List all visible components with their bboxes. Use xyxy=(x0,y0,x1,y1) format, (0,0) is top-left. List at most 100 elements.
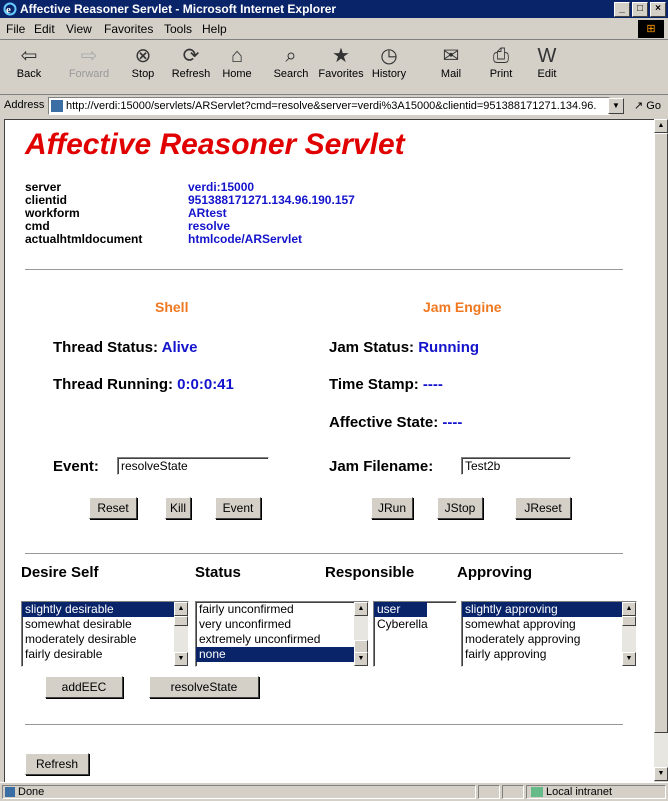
print-button[interactable]: ⎙ Print xyxy=(478,44,524,80)
jam-filename-input[interactable] xyxy=(461,457,571,475)
print-icon: ⎙ xyxy=(493,45,509,67)
responsible-listbox[interactable]: user Cyberella xyxy=(373,601,457,667)
list-item[interactable]: somewhat approving xyxy=(462,617,636,632)
status-pane xyxy=(478,785,500,799)
list-item[interactable]: Cyberella xyxy=(374,617,456,632)
minimize-button[interactable]: _ xyxy=(614,2,630,17)
history-button[interactable]: ◷ History xyxy=(366,44,412,80)
home-icon: ⌂ xyxy=(230,45,244,67)
page-scrollbar[interactable]: ▲ ▼ xyxy=(654,119,668,781)
stop-button[interactable]: ⊗ Stop xyxy=(120,44,166,80)
scroll-down-icon[interactable]: ▼ xyxy=(354,652,368,666)
scroll-thumb[interactable] xyxy=(654,133,668,733)
forward-arrow-icon: ⇨ xyxy=(80,45,98,67)
toolbar: ⇦ Back ⇨ Forward ⊗ Stop ⟳ Refresh ⌂ Home ⌕ Sea… xyxy=(0,40,668,95)
status-listbox[interactable]: fairly unconfirmed very unconfirmed extr… xyxy=(195,601,369,667)
desire-self-header: Desire Self xyxy=(21,564,99,581)
time-stamp-value: ---- xyxy=(422,376,443,393)
jam-filename-label: Jam Filename: xyxy=(329,458,434,475)
affective-state-value: ---- xyxy=(442,414,463,431)
list-item[interactable]: moderately approving xyxy=(462,632,636,647)
window-title-bar[interactable]: e Affective Reasoner Servlet - Microsoft… xyxy=(0,0,668,18)
list-item[interactable]: user xyxy=(374,602,427,617)
home-button[interactable]: ⌂ Home xyxy=(214,44,260,80)
event-button[interactable]: Event xyxy=(215,497,261,519)
resolve-state-button[interactable]: resolveState xyxy=(149,676,259,698)
forward-button[interactable]: ⇨ Forward xyxy=(66,44,112,80)
maximize-button[interactable]: □ xyxy=(632,2,648,17)
jam-status-row: Jam Status: Running xyxy=(329,339,480,356)
desire-self-listbox[interactable]: slightly desirable somewhat desirable mo… xyxy=(21,601,189,667)
kill-button[interactable]: Kill xyxy=(165,497,191,519)
refresh-button[interactable]: ⟳ Refresh xyxy=(168,44,214,80)
list-item[interactable]: slightly approving xyxy=(462,602,636,617)
menu-tools[interactable]: Tools xyxy=(164,22,192,36)
scroll-thumb[interactable] xyxy=(174,616,188,626)
jreset-button[interactable]: JReset xyxy=(515,497,571,519)
windows-logo-icon: ⊞ xyxy=(638,20,664,38)
page-icon xyxy=(51,100,63,113)
listbox-scrollbar[interactable]: ▲ ▼ xyxy=(174,602,188,666)
scroll-down-icon[interactable]: ▼ xyxy=(622,652,636,666)
search-icon: ⌕ xyxy=(285,45,297,67)
scroll-up-icon[interactable]: ▲ xyxy=(622,602,636,616)
shell-heading: Shell xyxy=(155,299,189,315)
status-bar: Done Local intranet xyxy=(0,782,668,801)
menu-view[interactable]: View xyxy=(66,22,92,36)
list-item[interactable]: somewhat desirable xyxy=(22,617,188,632)
menu-favorites[interactable]: Favorites xyxy=(104,22,153,36)
address-bar: Address http://verdi:15000/servlets/ARSe… xyxy=(0,95,668,117)
go-button[interactable]: ↗ Go xyxy=(634,99,661,112)
favorites-button[interactable]: ★ Favorites xyxy=(318,44,364,80)
mail-button[interactable]: ✉ Mail xyxy=(428,44,474,80)
event-input[interactable] xyxy=(117,457,269,475)
list-item[interactable]: none xyxy=(196,647,368,662)
divider xyxy=(25,269,623,270)
scroll-up-icon[interactable]: ▲ xyxy=(354,602,368,616)
listbox-scrollbar[interactable]: ▲ ▼ xyxy=(622,602,636,666)
back-button[interactable]: ⇦ Back xyxy=(6,44,52,80)
menu-edit[interactable]: Edit xyxy=(34,22,55,36)
listbox-scrollbar[interactable]: ▲ ▼ xyxy=(354,602,368,666)
scroll-down-icon[interactable]: ▼ xyxy=(654,767,668,781)
status-text: Done xyxy=(18,786,45,798)
approving-listbox[interactable]: slightly approving somewhat approving mo… xyxy=(461,601,637,667)
thread-status-value: Alive xyxy=(161,339,198,356)
refresh-icon: ⟳ xyxy=(182,45,200,67)
edit-button[interactable]: W Edit xyxy=(524,44,570,80)
jam-engine-heading: Jam Engine xyxy=(423,299,502,315)
list-item[interactable]: fairly desirable xyxy=(22,647,188,662)
scroll-up-icon[interactable]: ▲ xyxy=(654,119,668,133)
list-item[interactable]: extremely unconfirmed xyxy=(196,632,368,647)
add-eec-button[interactable]: addEEC xyxy=(45,676,123,698)
scroll-thumb[interactable] xyxy=(622,616,636,626)
menu-help[interactable]: Help xyxy=(202,22,227,36)
scroll-down-icon[interactable]: ▼ xyxy=(174,652,188,666)
list-item[interactable]: fairly approving xyxy=(462,647,636,662)
refresh-page-button[interactable]: Refresh xyxy=(25,753,89,775)
menu-bar: File Edit View Favorites Tools Help ⊞ xyxy=(0,19,668,40)
divider xyxy=(25,724,623,725)
menu-file[interactable]: File xyxy=(6,22,25,36)
scroll-up-icon[interactable]: ▲ xyxy=(174,602,188,616)
status-header: Status xyxy=(195,564,241,581)
list-item[interactable]: fairly unconfirmed xyxy=(196,602,368,617)
status-zone: Local intranet xyxy=(526,785,666,799)
approving-header: Approving xyxy=(457,564,532,581)
address-input[interactable]: http://verdi:15000/servlets/ARServlet?cm… xyxy=(48,97,610,115)
list-item[interactable]: slightly desirable xyxy=(22,602,188,617)
address-dropdown-button[interactable]: ▼ xyxy=(608,98,624,114)
list-item[interactable]: moderately desirable xyxy=(22,632,188,647)
jrun-button[interactable]: JRun xyxy=(371,497,413,519)
time-stamp-row: Time Stamp: ---- xyxy=(329,376,443,393)
page-title: Affective Reasoner Servlet xyxy=(25,128,405,161)
jstop-button[interactable]: JStop xyxy=(437,497,483,519)
event-label: Event: xyxy=(53,458,99,475)
reset-button[interactable]: Reset xyxy=(89,497,137,519)
intranet-icon xyxy=(531,787,543,797)
address-url: http://verdi:15000/servlets/ARServlet?cm… xyxy=(66,100,597,112)
close-button[interactable]: × xyxy=(650,2,666,17)
search-button[interactable]: ⌕ Search xyxy=(268,44,314,80)
list-item[interactable]: very unconfirmed xyxy=(196,617,368,632)
svg-text:e: e xyxy=(6,4,11,16)
